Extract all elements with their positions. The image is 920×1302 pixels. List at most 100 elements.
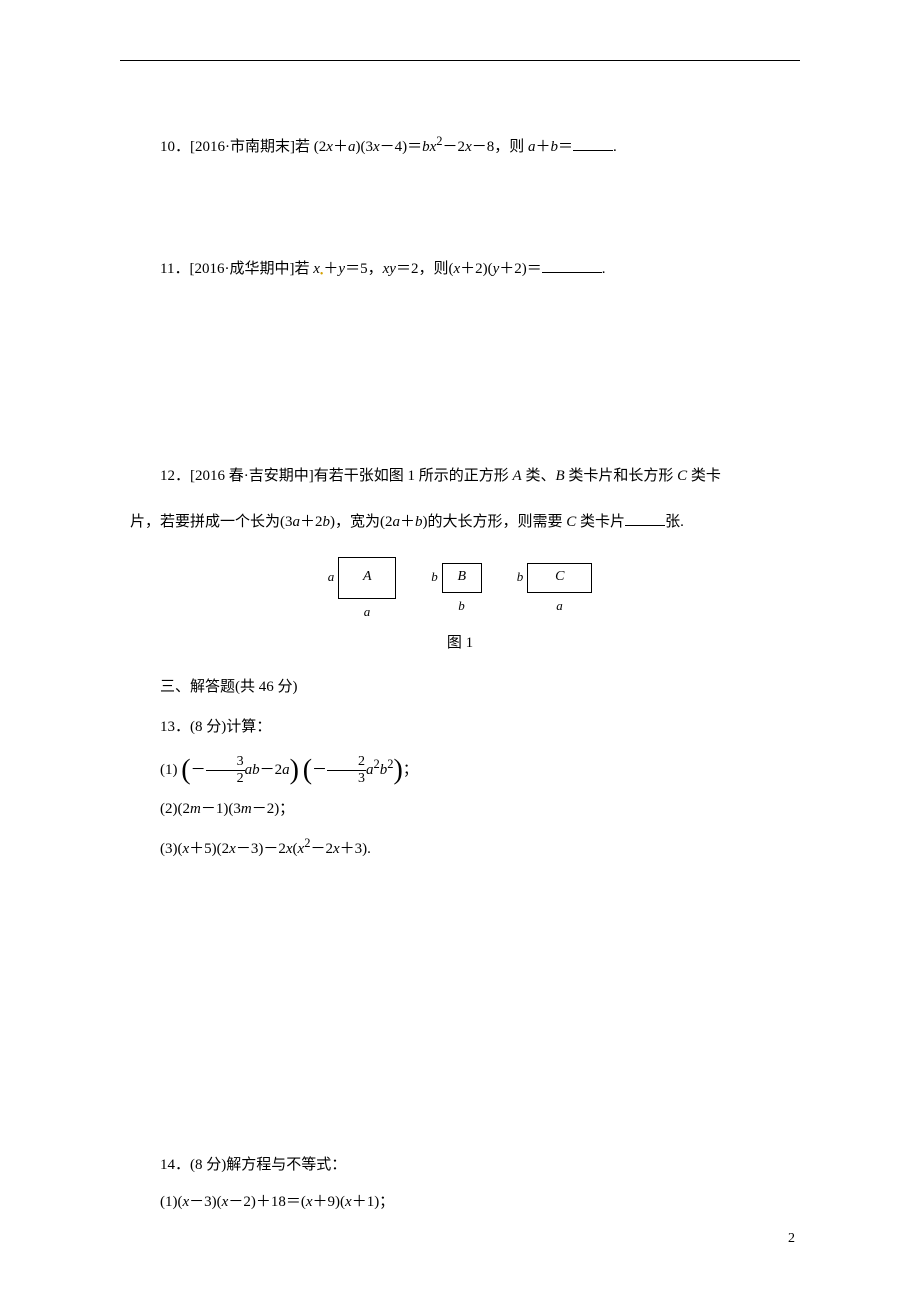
left-paren-icon: ( xyxy=(181,754,190,785)
card-B-wrapper: b B b xyxy=(431,563,482,619)
var-x: x xyxy=(465,139,472,155)
period: . xyxy=(602,261,606,277)
text: ＋2)＝ xyxy=(499,261,542,277)
problem-number: 10． xyxy=(160,139,190,155)
right-paren-icon: ) xyxy=(290,754,299,785)
text: ＝2，则( xyxy=(396,261,454,277)
text: (2)(2 xyxy=(160,801,190,817)
text: －3)－2 xyxy=(236,841,286,857)
bottom-label-b: b xyxy=(458,594,465,619)
problem-source: [2016·成华期中] xyxy=(189,261,294,277)
text: ； xyxy=(403,762,418,778)
text: ＋2 xyxy=(300,514,323,530)
text: 类卡片 xyxy=(576,514,625,530)
problem-13-3: (3)(x＋5)(2x－3)－2x(x2－2x＋3). xyxy=(130,832,790,864)
side-label-b: b xyxy=(431,565,438,590)
text: 类卡片和长方形 xyxy=(565,468,678,484)
spacer xyxy=(130,180,790,255)
text: 片，若要拼成一个长为(3 xyxy=(130,514,293,530)
var-x: x xyxy=(286,841,293,857)
text: －3)( xyxy=(189,1194,222,1210)
bottom-label-a: a xyxy=(556,594,563,619)
var-a: a xyxy=(528,139,536,155)
var-x: x xyxy=(229,841,236,857)
denominator: 3 xyxy=(327,771,366,786)
var-b: b xyxy=(422,139,430,155)
points: (8 分) xyxy=(190,719,226,735)
text: －4)＝ xyxy=(380,139,423,155)
fill-in-blank[interactable] xyxy=(625,510,665,527)
var-B: B xyxy=(555,468,564,484)
text: (1)( xyxy=(160,1194,183,1210)
var-ab: ab xyxy=(245,762,260,778)
side-label-a: a xyxy=(328,565,335,590)
var-a: a xyxy=(366,762,374,778)
sub-label: (1) xyxy=(160,762,178,778)
numerator: 3 xyxy=(206,754,245,770)
section-3-title: 三、解答题(共 46 分) xyxy=(130,673,790,702)
spacer xyxy=(130,302,790,462)
problem-13: 13．(8 分)计算： xyxy=(130,713,790,742)
text: 张. xyxy=(665,514,684,530)
text: ＋ xyxy=(400,514,415,530)
title: 计算： xyxy=(226,719,271,735)
text: ＋ xyxy=(536,139,551,155)
var-x: x xyxy=(333,841,340,857)
text: ＝5， xyxy=(345,261,383,277)
problem-source: [2016·市南期末] xyxy=(190,139,295,155)
text: 有若干张如图 1 所示的正方形 xyxy=(314,468,513,484)
var-x: x xyxy=(373,139,380,155)
problem-number: 11． xyxy=(160,261,189,277)
problem-12-line2: 片，若要拼成一个长为(3a＋2b)，宽为(2a＋b)的大长方形，则需要 C 类卡… xyxy=(130,508,790,537)
card-A: A xyxy=(338,557,396,599)
var-y: y xyxy=(389,261,396,277)
problem-source: [2016 春·吉安期中] xyxy=(190,468,314,484)
spacer xyxy=(130,871,790,1151)
problem-10: 10．[2016·市南期末]若 (2x＋a)(3x－4)＝bx2－2x－8，则 … xyxy=(130,130,790,162)
text: ＋ xyxy=(333,139,348,155)
problem-number: 13． xyxy=(160,719,190,735)
problem-number: 12． xyxy=(160,468,190,484)
text: ＋3). xyxy=(340,841,371,857)
bottom-label-a: a xyxy=(364,600,371,625)
text: ＋2)( xyxy=(460,261,493,277)
text: )的大长方形，则需要 xyxy=(423,514,567,530)
problem-number: 14． xyxy=(160,1157,190,1173)
problem-11: 11．[2016·成华期中]若 x•＋y＝5，xy＝2，则(x＋2)(y＋2)＝… xyxy=(130,255,790,284)
points: (8 分) xyxy=(190,1157,226,1173)
right-paren-icon: ) xyxy=(394,754,403,785)
title: 解方程与不等式： xyxy=(226,1157,346,1173)
fill-in-blank[interactable] xyxy=(573,135,613,152)
problem-13-2: (2)(2m－1)(3m－2)； xyxy=(130,795,790,824)
fraction: 23 xyxy=(327,754,366,786)
var-x: x xyxy=(313,261,320,277)
var-b: b xyxy=(323,514,331,530)
var-b: b xyxy=(551,139,559,155)
text: 若 xyxy=(294,261,313,277)
figure-1-cards: a A a b B b b C a xyxy=(130,557,790,625)
var-m: m xyxy=(241,801,252,817)
text: ＋1)； xyxy=(352,1194,395,1210)
numerator: 2 xyxy=(327,754,366,770)
side-label-b: b xyxy=(517,565,524,590)
text: －8，则 xyxy=(472,139,528,155)
text: －2)＋18＝( xyxy=(228,1194,306,1210)
text: 若 (2 xyxy=(295,139,326,155)
text: )，宽为(2 xyxy=(330,514,393,530)
fraction: 32 xyxy=(206,754,245,786)
text: －2 xyxy=(443,139,466,155)
text: ＋9)( xyxy=(313,1194,346,1210)
figure-caption: 图 1 xyxy=(130,629,790,658)
fill-in-blank[interactable] xyxy=(542,256,602,273)
var-C: C xyxy=(677,468,687,484)
problem-14: 14．(8 分)解方程与不等式： xyxy=(130,1151,790,1180)
problem-14-1: (1)(x－3)(x－2)＋18＝(x＋9)(x＋1)； xyxy=(130,1188,790,1217)
text: －1)(3 xyxy=(201,801,241,817)
denominator: 2 xyxy=(206,771,245,786)
text: －2 xyxy=(310,841,333,857)
var-a: a xyxy=(293,514,301,530)
problem-13-1: (1) (－32ab－2a) (－23a2b2)； xyxy=(130,750,790,788)
text: (3)( xyxy=(160,841,183,857)
text: －2 xyxy=(260,762,283,778)
text: 类、 xyxy=(522,468,556,484)
